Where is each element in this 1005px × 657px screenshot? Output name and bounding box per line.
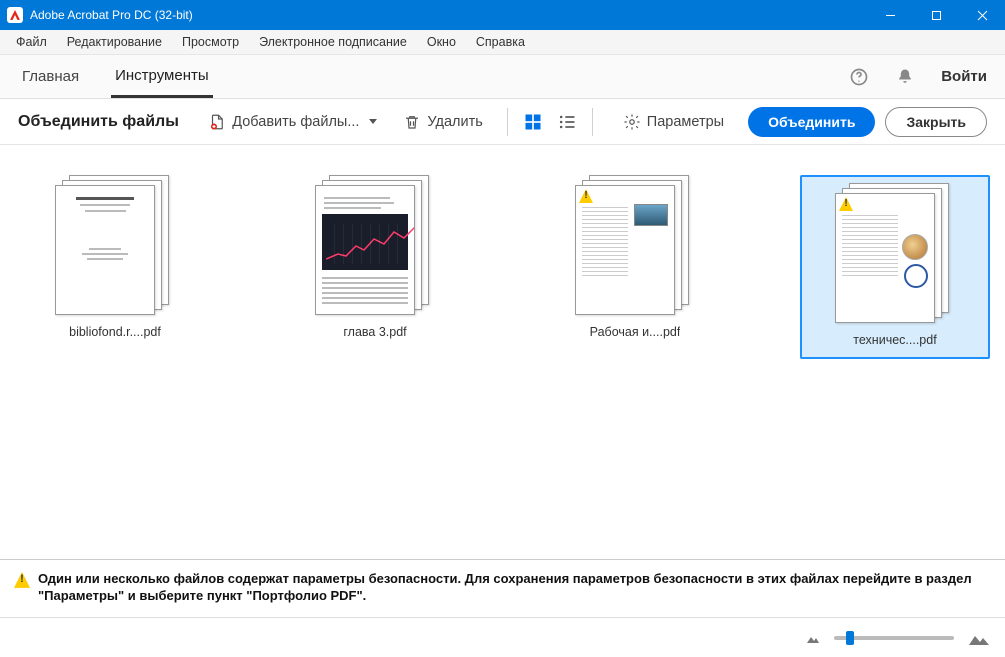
warning-message: Один или несколько файлов содержат парам…	[38, 570, 996, 605]
options-button[interactable]: Параметры	[613, 107, 734, 137]
menu-esign[interactable]: Электронное подписание	[249, 32, 417, 52]
zoom-slider[interactable]	[834, 636, 954, 640]
menu-window[interactable]: Окно	[417, 32, 466, 52]
chevron-down-icon	[369, 119, 377, 124]
menu-help[interactable]: Справка	[466, 32, 535, 52]
tab-home[interactable]: Главная	[18, 57, 83, 96]
view-toggle	[522, 111, 578, 133]
view-list-icon[interactable]	[556, 111, 578, 133]
header: Главная Инструменты Войти	[0, 55, 1005, 99]
file-label: глава 3.pdf	[343, 325, 406, 339]
warning-icon	[839, 197, 853, 211]
add-files-button[interactable]: Добавить файлы...	[198, 107, 387, 137]
combine-toolbar: Объединить файлы Добавить файлы... Удали…	[0, 99, 1005, 145]
add-files-label: Добавить файлы...	[232, 114, 359, 130]
file-label: bibliofond.r....pdf	[69, 325, 161, 339]
acrobat-icon	[7, 7, 23, 23]
file-thumb[interactable]: bibliofond.r....pdf	[20, 175, 210, 339]
help-icon[interactable]	[847, 65, 871, 89]
file-label: Рабочая и....pdf	[590, 325, 681, 339]
delete-label: Удалить	[427, 114, 482, 130]
tab-tools[interactable]: Инструменты	[111, 56, 213, 98]
menu-file[interactable]: Файл	[6, 32, 57, 52]
file-thumb[interactable]: глава 3.pdf	[280, 175, 470, 339]
warning-icon	[579, 189, 593, 203]
menu-view[interactable]: Просмотр	[172, 32, 249, 52]
zoom-bar	[0, 617, 1005, 657]
warning-icon	[14, 572, 30, 588]
menu-edit[interactable]: Редактирование	[57, 32, 172, 52]
notifications-icon[interactable]	[893, 65, 917, 89]
delete-button[interactable]: Удалить	[393, 107, 492, 137]
page-title: Объединить файлы	[18, 113, 179, 131]
security-warning-bar: Один или несколько файлов содержат парам…	[0, 559, 1005, 617]
signin-button[interactable]: Войти	[941, 68, 987, 85]
separator	[507, 108, 508, 136]
separator	[592, 108, 593, 136]
thumb-large-icon[interactable]	[968, 630, 990, 646]
close-window-button[interactable]	[959, 0, 1005, 30]
close-button[interactable]: Закрыть	[885, 107, 987, 137]
file-thumb[interactable]: Рабочая и....pdf	[540, 175, 730, 339]
file-stage[interactable]: bibliofond.r....pdf глава 3.pdf	[0, 145, 1005, 559]
window-title: Adobe Acrobat Pro DC (32-bit)	[30, 8, 193, 22]
combine-button[interactable]: Объединить	[748, 107, 875, 137]
file-thumb-selected[interactable]: техничес....pdf	[800, 175, 990, 359]
main-area: bibliofond.r....pdf глава 3.pdf	[0, 145, 1005, 657]
maximize-button[interactable]	[913, 0, 959, 30]
view-grid-icon[interactable]	[522, 111, 544, 133]
options-label: Параметры	[647, 114, 724, 130]
menubar: Файл Редактирование Просмотр Электронное…	[0, 30, 1005, 55]
titlebar: Adobe Acrobat Pro DC (32-bit)	[0, 0, 1005, 30]
file-label: техничес....pdf	[853, 333, 936, 347]
minimize-button[interactable]	[867, 0, 913, 30]
thumb-small-icon[interactable]	[806, 632, 820, 644]
